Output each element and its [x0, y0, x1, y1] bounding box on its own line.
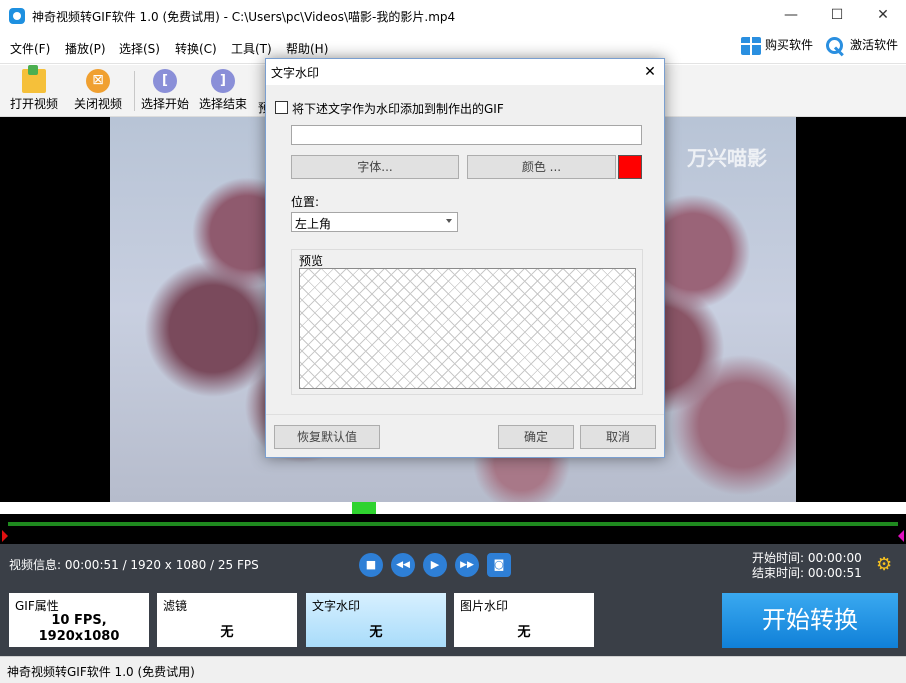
timeline-scrubber-track[interactable] [0, 502, 906, 514]
open-video-label: 打开视频 [10, 97, 59, 111]
video-info: 视频信息: 00:00:51 / 1920 x 1080 / 25 FPS [9, 558, 259, 572]
close-button[interactable]: ✕ [860, 0, 906, 30]
position-select[interactable]: 左上角 [291, 212, 458, 232]
selection-range-bar [8, 522, 898, 526]
enable-watermark-label[interactable]: 将下述文字作为水印添加到制作出的GIF [292, 100, 504, 117]
buy-software-button[interactable]: 购买软件 [741, 36, 813, 60]
maximize-button[interactable]: ☐ [814, 0, 860, 30]
close-video-button[interactable]: 关闭视频 [74, 69, 122, 112]
toolbar-divider [134, 71, 135, 111]
play-button[interactable]: ▶ [423, 553, 447, 577]
gif-size-value: 1920x1080 [38, 629, 120, 644]
activate-software-button[interactable]: 激活软件 [826, 36, 898, 60]
settings-gear-icon[interactable]: ⚙ [876, 556, 892, 574]
watermark-preview [299, 268, 636, 389]
preview-label: 预览 [299, 254, 324, 268]
image-watermark-title: 图片水印 [460, 599, 509, 613]
info-bar: 视频信息: 00:00:51 / 1920 x 1080 / 25 FPS ■ … [0, 544, 906, 586]
rewind-icon: ◀◀ [396, 560, 410, 570]
open-video-button[interactable]: 打开视频 [10, 65, 59, 112]
enable-watermark-checkbox[interactable] [275, 101, 288, 114]
select-end-button[interactable]: ] 选择结束 [199, 69, 247, 112]
preview-group: 预览 [291, 249, 643, 395]
timeline [0, 502, 906, 544]
title-bar: 神奇视频转GIF软件 1.0 (免费试用) - C:\Users\pc\Vide… [0, 0, 906, 32]
select-start-label: 选择开始 [141, 97, 190, 111]
reset-defaults-button[interactable]: 恢复默认值 [274, 425, 380, 449]
close-video-label: 关闭视频 [74, 97, 123, 111]
filter-card[interactable]: 滤镜 无 [157, 593, 297, 647]
select-start-icon: [ [153, 69, 177, 93]
start-marker-handle[interactable] [2, 530, 8, 542]
close-video-icon [86, 69, 110, 93]
playhead-handle[interactable] [352, 502, 376, 514]
window-title: 神奇视频转GIF软件 1.0 (免费试用) - C:\Users\pc\Vide… [32, 10, 456, 24]
menu-select[interactable]: 选择(S) [119, 40, 160, 57]
gif-properties-card[interactable]: GIF属性 10 FPS, 1920x1080 [9, 593, 149, 647]
filter-value: 无 [220, 625, 234, 640]
camera-icon: ◙ [493, 558, 505, 571]
menu-tools[interactable]: 工具(T) [231, 40, 272, 57]
snapshot-button[interactable]: ◙ [487, 553, 511, 577]
menu-help[interactable]: 帮助(H) [286, 40, 328, 57]
color-swatch[interactable] [618, 155, 642, 179]
forward-button[interactable]: ▶▶ [455, 553, 479, 577]
menu-convert[interactable]: 转换(C) [175, 40, 217, 57]
status-bar: 神奇视频转GIF软件 1.0 (免费试用) [0, 656, 906, 683]
status-text: 神奇视频转GIF软件 1.0 (免费试用) [7, 665, 195, 679]
rewind-button[interactable]: ◀◀ [391, 553, 415, 577]
buy-label: 购买软件 [765, 38, 814, 52]
stop-icon: ■ [365, 558, 377, 571]
dialog-title-bar: 文字水印 ✕ [266, 59, 664, 85]
image-watermark-card[interactable]: 图片水印 无 [454, 593, 594, 647]
position-label: 位置: [291, 195, 320, 209]
image-watermark-value: 无 [517, 625, 531, 640]
cancel-button[interactable]: 取消 [580, 425, 656, 449]
position-value: 左上角 [295, 217, 332, 231]
font-button[interactable]: 字体... [291, 155, 459, 179]
start-convert-button[interactable]: 开始转换 [722, 593, 898, 648]
key-icon [826, 36, 846, 55]
menu-play[interactable]: 播放(P) [65, 40, 106, 57]
color-button[interactable]: 颜色 ... [467, 155, 616, 179]
dialog-footer: 恢复默认值 确定 取消 [266, 414, 664, 457]
text-watermark-title: 文字水印 [312, 599, 361, 613]
video-watermark: 万兴喵影 [687, 146, 767, 170]
text-watermark-dialog: 文字水印 ✕ 将下述文字作为水印添加到制作出的GIF 字体... 颜色 ... … [265, 58, 665, 458]
activate-label: 激活软件 [850, 38, 899, 52]
text-watermark-value: 无 [369, 625, 383, 640]
gift-icon [741, 36, 761, 55]
chevron-down-icon [446, 219, 452, 223]
minimize-button[interactable]: — [768, 0, 814, 30]
play-icon: ▶ [430, 558, 440, 571]
end-time: 结束时间: 00:00:51 [752, 566, 862, 580]
ok-button[interactable]: 确定 [498, 425, 574, 449]
end-marker-handle[interactable] [898, 530, 904, 542]
dialog-close-button[interactable]: ✕ [636, 59, 664, 85]
bottom-panel: GIF属性 10 FPS, 1920x1080 滤镜 无 文字水印 无 图片水印… [0, 586, 906, 656]
menu-file[interactable]: 文件(F) [10, 40, 50, 57]
dialog-title: 文字水印 [271, 66, 320, 80]
forward-icon: ▶▶ [460, 560, 474, 570]
app-icon [9, 8, 25, 24]
open-folder-icon [22, 65, 46, 93]
watermark-text-input[interactable] [291, 125, 642, 145]
gif-properties-title: GIF属性 [15, 599, 59, 613]
select-end-label: 选择结束 [199, 97, 248, 111]
gif-fps-value: 10 FPS, [51, 613, 107, 628]
stop-button[interactable]: ■ [359, 553, 383, 577]
select-start-button[interactable]: [ 选择开始 [141, 69, 189, 112]
filter-title: 滤镜 [163, 599, 188, 613]
text-watermark-card[interactable]: 文字水印 无 [306, 593, 446, 647]
select-end-icon: ] [211, 69, 235, 93]
